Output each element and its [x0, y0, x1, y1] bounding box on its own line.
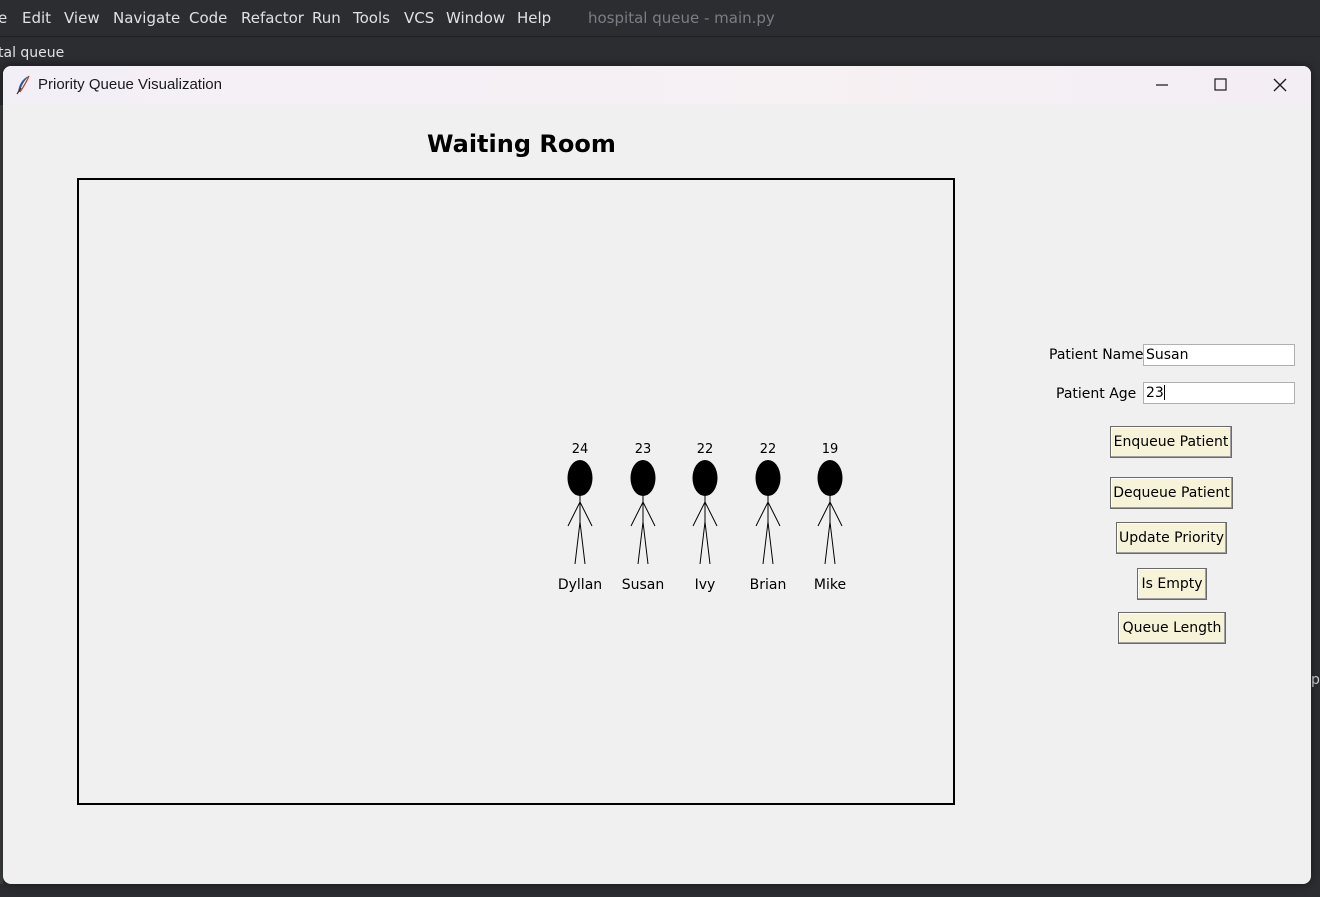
- patient-name-input[interactable]: Susan: [1143, 344, 1295, 366]
- queue-length-button[interactable]: Queue Length: [1118, 612, 1226, 644]
- patient-name-value: Susan: [1146, 347, 1189, 363]
- menu-tools[interactable]: Tools: [353, 9, 390, 27]
- menu-vcs[interactable]: VCS: [404, 9, 434, 27]
- close-button[interactable]: [1251, 66, 1309, 104]
- ide-bottom-bar: [0, 884, 1320, 897]
- text-caret: [1163, 385, 1165, 400]
- menu-view[interactable]: View: [64, 9, 100, 27]
- ide-menubar: e Edit View Navigate Code Refactor Run T…: [0, 0, 1320, 37]
- patient-age-label: Patient Age: [1056, 386, 1137, 402]
- patient-age-value: 23: [1146, 385, 1164, 401]
- feather-icon: [15, 75, 33, 95]
- window-title: Priority Queue Visualization: [38, 76, 222, 93]
- window-titlebar[interactable]: Priority Queue Visualization: [3, 66, 1311, 104]
- stick-figure-icon: [817, 460, 843, 565]
- app-window: Priority Queue Visualization Waiting Roo…: [3, 66, 1311, 884]
- ide-title: hospital queue - main.py: [588, 9, 775, 27]
- patient-name: Mike: [813, 577, 847, 593]
- patient-age: 22: [759, 442, 777, 457]
- menu-refactor[interactable]: Refactor: [241, 9, 304, 27]
- menu-run[interactable]: Run: [312, 9, 341, 27]
- ide-breadcrumb: tal queue: [0, 37, 1320, 67]
- patient-age: 22: [696, 442, 714, 457]
- menu-code[interactable]: Code: [189, 9, 227, 27]
- maximize-icon: [1214, 78, 1227, 91]
- waiting-room-canvas: 24 Dyllan 23 Susan 22 Ivy 22 Brian 19 Mi…: [77, 178, 955, 805]
- menu-help[interactable]: Help: [517, 9, 551, 27]
- waiting-room-heading: Waiting Room: [427, 130, 616, 158]
- maximize-button[interactable]: [1192, 66, 1250, 104]
- is-empty-button[interactable]: Is Empty: [1137, 568, 1207, 600]
- stick-figure-icon: [755, 460, 781, 565]
- menu-edit[interactable]: Edit: [22, 9, 51, 27]
- stick-figure-icon: [630, 460, 656, 565]
- patient-figure: 23 Susan: [612, 442, 674, 598]
- patient-age: 19: [821, 442, 839, 457]
- ide-right-fragment: p: [1311, 672, 1320, 688]
- dequeue-patient-button[interactable]: Dequeue Patient: [1110, 477, 1233, 509]
- update-priority-button[interactable]: Update Priority: [1116, 522, 1227, 554]
- patient-figure: 19 Mike: [799, 442, 861, 598]
- patient-age: 24: [571, 442, 589, 457]
- enqueue-patient-button[interactable]: Enqueue Patient: [1110, 426, 1232, 458]
- patient-figure: 22 Brian: [737, 442, 799, 598]
- patient-figure: 24 Dyllan: [549, 442, 611, 598]
- patient-figure: 22 Ivy: [674, 442, 736, 598]
- stick-figure-icon: [692, 460, 718, 565]
- close-icon: [1273, 78, 1287, 92]
- minimize-button[interactable]: [1134, 66, 1192, 104]
- patient-age-input[interactable]: 23: [1143, 382, 1295, 404]
- stick-figure-icon: [567, 460, 593, 565]
- menu-file[interactable]: e: [0, 9, 7, 27]
- patient-name-label: Patient Name: [1049, 347, 1144, 363]
- project-name[interactable]: tal queue: [0, 45, 64, 61]
- menu-window[interactable]: Window: [446, 9, 505, 27]
- minimize-icon: [1156, 84, 1168, 86]
- patient-age: 23: [634, 442, 652, 457]
- menu-navigate[interactable]: Navigate: [113, 9, 180, 27]
